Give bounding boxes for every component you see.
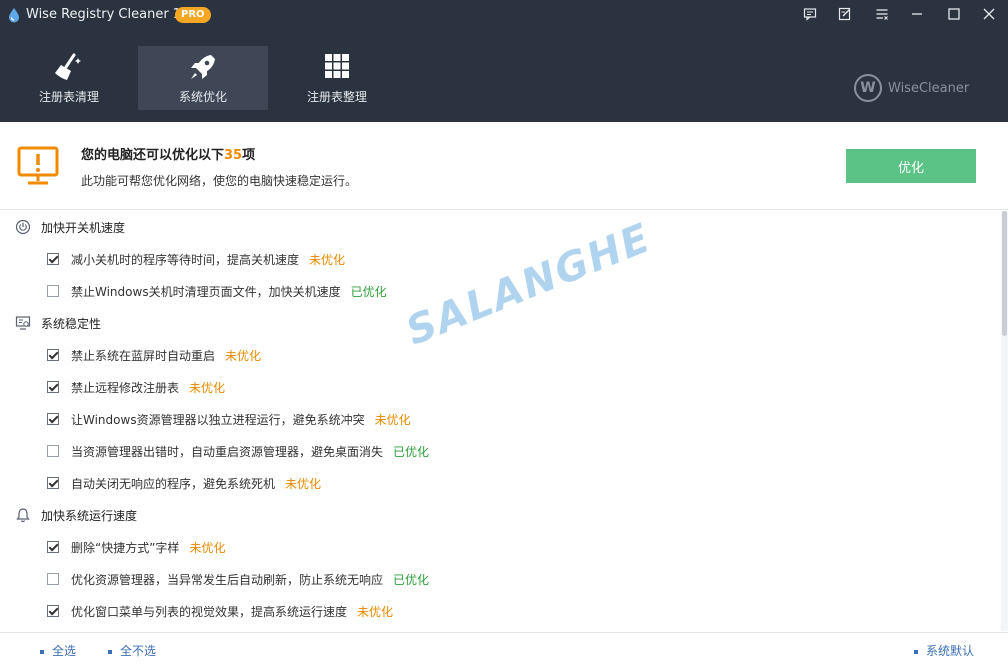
optimize-summary: 您的电脑还可以优化以下35项 此功能可帮您优化网络，使您的电脑快速稳定运行。 优… — [0, 122, 1008, 210]
item-checkbox[interactable] — [47, 541, 59, 553]
status-badge: 已优化 — [350, 285, 387, 299]
footer-bar: 全选 全不选 系统默认 — [0, 632, 1008, 664]
list-item[interactable]: 自动关闭无响应的程序，避免系统死机 未优化 — [0, 467, 1000, 499]
tab-system-optimize[interactable]: 系统优化 — [138, 46, 268, 110]
item-label: 禁止系统在蓝屏时自动重启 — [71, 349, 216, 363]
status-badge: 未优化 — [285, 477, 322, 491]
select-none-link[interactable]: 全不选 — [108, 642, 156, 659]
maximize-button[interactable] — [943, 4, 965, 24]
status-badge: 未优化 — [189, 541, 226, 555]
edit-button[interactable] — [834, 4, 856, 24]
list-item[interactable]: 禁止系统在蓝屏时自动重启 未优化 — [0, 339, 1000, 371]
status-badge: 未优化 — [189, 381, 226, 395]
list-item[interactable]: 优化资源管理器，当异常发生后自动刷新，防止系统无响应 已优化 — [0, 563, 1000, 595]
system-default-link[interactable]: 系统默认 — [914, 642, 974, 659]
bell-icon — [16, 508, 30, 523]
optimize-button[interactable]: 优化 — [846, 149, 976, 183]
item-checkbox[interactable] — [47, 605, 59, 617]
item-checkbox[interactable] — [47, 573, 59, 585]
tab-label: 注册表整理 — [306, 90, 367, 104]
status-badge: 未优化 — [357, 605, 394, 619]
close-icon — [983, 8, 995, 20]
status-badge: 未优化 — [374, 413, 411, 427]
broom-icon — [55, 53, 81, 80]
group-header-startup: 加快开关机速度 — [0, 211, 1000, 243]
menu-icon — [876, 9, 888, 20]
monitor-warning-icon — [17, 146, 59, 185]
monitor-gear-icon — [15, 316, 31, 330]
item-label: 禁止远程修改注册表 — [71, 381, 180, 395]
maximize-icon — [948, 8, 960, 20]
list-item[interactable]: 让Windows资源管理器以独立进程运行，避免系统冲突 未优化 — [0, 403, 1000, 435]
group-label: 系统稳定性 — [41, 317, 102, 331]
minimize-button[interactable] — [906, 4, 928, 24]
optimize-count: 35 — [224, 148, 243, 163]
summary-title: 您的电脑还可以优化以下35项 — [81, 148, 256, 163]
status-badge: 未优化 — [225, 349, 262, 363]
pro-badge: PRO — [175, 7, 211, 23]
item-label: 禁止Windows关机时清理页面文件，加快关机速度 — [71, 285, 341, 299]
select-all-link[interactable]: 全选 — [40, 642, 76, 659]
item-label: 优化资源管理器，当异常发生后自动刷新，防止系统无响应 — [71, 573, 384, 587]
rocket-icon — [191, 55, 215, 79]
status-badge: 未优化 — [309, 253, 346, 267]
item-label: 让Windows资源管理器以独立进程运行，避免系统冲突 — [71, 413, 365, 427]
list-scrollbar[interactable] — [1001, 211, 1008, 631]
wisecleaner-logo-icon: W — [854, 74, 882, 102]
list-item[interactable]: 减小关机时的程序等待时间，提高关机速度 未优化 — [0, 243, 1000, 275]
item-checkbox[interactable] — [47, 285, 59, 297]
item-label: 优化窗口菜单与列表的视觉效果，提高系统运行速度 — [71, 605, 348, 619]
edit-icon — [838, 7, 851, 21]
feedback-icon — [803, 8, 817, 21]
optimize-list: 加快开关机速度 减小关机时的程序等待时间，提高关机速度 未优化 禁止Windows… — [0, 211, 1000, 631]
item-checkbox[interactable] — [47, 477, 59, 489]
item-label: 当资源管理器出错时，自动重启资源管理器，避免桌面消失 — [71, 445, 384, 459]
item-checkbox[interactable] — [47, 413, 59, 425]
app-logo-icon — [9, 8, 19, 23]
power-icon — [15, 219, 31, 235]
item-checkbox[interactable] — [47, 445, 59, 457]
item-label: 删除“快捷方式”字样 — [71, 541, 180, 555]
item-checkbox[interactable] — [47, 349, 59, 361]
list-item[interactable]: 当资源管理器出错时，自动重启资源管理器，避免桌面消失 已优化 — [0, 435, 1000, 467]
list-item[interactable]: 禁止Windows关机时清理页面文件，加快关机速度 已优化 — [0, 275, 1000, 307]
item-checkbox[interactable] — [47, 253, 59, 265]
group-label: 加快开关机速度 — [41, 221, 126, 235]
close-button[interactable] — [978, 4, 1000, 24]
menu-button[interactable] — [871, 4, 893, 24]
group-header-speed: 加快系统运行速度 — [0, 499, 1000, 531]
app-title: Wise Registry Cleaner 11 — [26, 7, 190, 22]
brand-name: WiseCleaner — [888, 80, 970, 96]
group-label: 加快系统运行速度 — [41, 509, 138, 523]
feedback-button[interactable] — [799, 4, 821, 24]
status-badge: 已优化 — [393, 573, 430, 587]
list-item[interactable]: 优化窗口菜单与列表的视觉效果，提高系统运行速度 未优化 — [0, 595, 1000, 627]
list-item[interactable]: 删除“快捷方式”字样 未优化 — [0, 531, 1000, 563]
list-item[interactable]: 禁止远程修改注册表 未优化 — [0, 371, 1000, 403]
item-label: 减小关机时的程序等待时间，提高关机速度 — [71, 253, 300, 267]
status-badge: 已优化 — [393, 445, 430, 459]
wisecleaner-brand[interactable]: W WiseCleaner — [854, 74, 969, 102]
item-label: 自动关闭无响应的程序，避免系统死机 — [71, 477, 276, 491]
title-bar[interactable]: Wise Registry Cleaner 11 PRO — [0, 0, 1008, 30]
tab-registry-defrag[interactable]: 注册表整理 — [272, 46, 402, 110]
item-checkbox[interactable] — [47, 381, 59, 393]
summary-subtitle: 此功能可帮您优化网络，使您的电脑快速稳定运行。 — [81, 174, 358, 188]
minimize-icon — [912, 13, 922, 15]
grid-icon — [325, 54, 349, 78]
app-header: Wise Registry Cleaner 11 PRO 注册表清理 系统优化 … — [0, 0, 1008, 122]
tab-label: 系统优化 — [178, 90, 227, 104]
group-header-stability: 系统稳定性 — [0, 307, 1000, 339]
scrollbar-thumb[interactable] — [1002, 211, 1007, 336]
tab-registry-clean[interactable]: 注册表清理 — [4, 46, 134, 110]
tab-label: 注册表清理 — [38, 90, 99, 104]
